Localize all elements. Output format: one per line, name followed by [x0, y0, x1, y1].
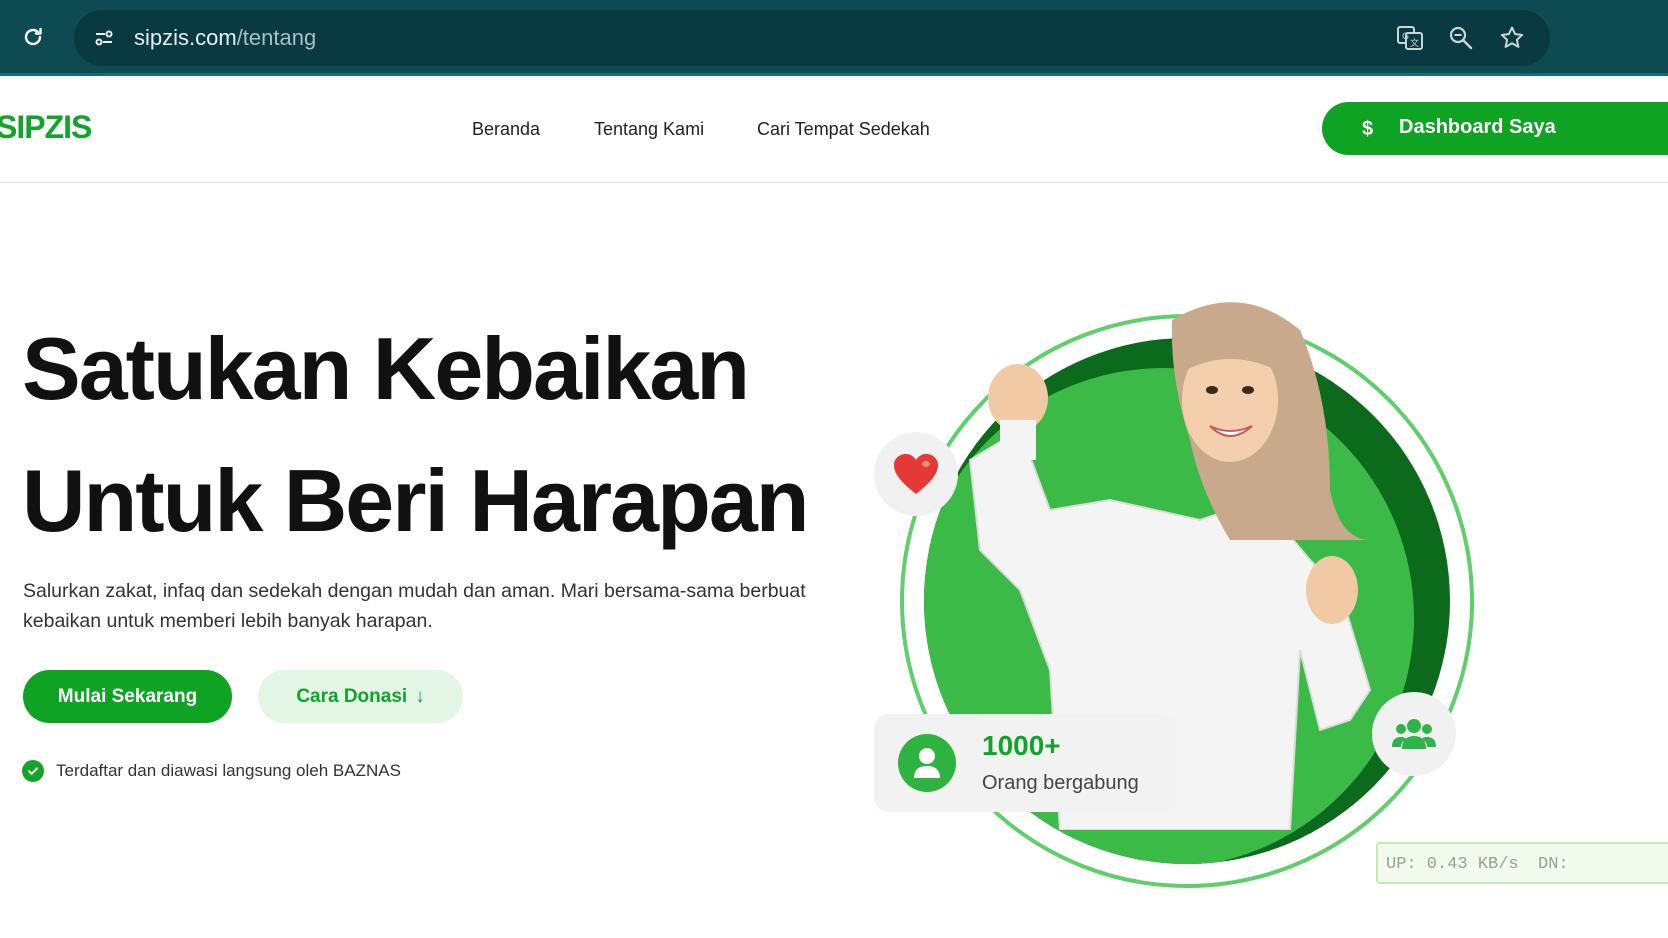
site-info-icon[interactable] — [88, 22, 120, 54]
url-path: /tentang — [236, 25, 317, 50]
zoom-icon[interactable] — [1445, 22, 1477, 54]
nav-beranda[interactable]: Beranda — [472, 119, 540, 140]
svg-text:文: 文 — [1410, 37, 1419, 49]
members-stat-card: 1000+ Orang bergabung — [874, 714, 1176, 812]
heart-icon — [894, 454, 938, 494]
hero-description: Salurkan zakat, infaq dan sedekah dengan… — [23, 580, 806, 632]
how-to-donate-label: Cara Donasi — [296, 685, 408, 707]
network-speed-widget: UP: 0.43 KB/s DN: — [1376, 842, 1668, 884]
download-speed: DN: — [1538, 855, 1569, 874]
dashboard-button[interactable]: $ Dashboard Saya — [1322, 102, 1668, 155]
url-domain: sipzis.com — [134, 25, 237, 50]
arrow-down-icon: ↓ — [415, 685, 425, 707]
svg-text:G: G — [1402, 32, 1409, 42]
nav-tentang-kami[interactable]: Tentang Kami — [594, 119, 704, 140]
address-bar[interactable]: sipzis.com/tentang G文 — [74, 10, 1550, 66]
start-now-button[interactable]: Mulai Sekarang — [23, 670, 232, 723]
translate-icon[interactable]: G文 — [1394, 22, 1426, 54]
dashboard-label: Dashboard Saya — [1399, 116, 1556, 138]
heart-badge — [874, 432, 958, 516]
hero-title-line2: Untuk Beri Harapan — [22, 451, 810, 550]
group-icon — [1392, 719, 1436, 749]
nav-cari-tempat-sedekah[interactable]: Cari Tempat Sedekah — [757, 119, 930, 140]
browser-toolbar: sipzis.com/tentang G文 — [0, 0, 1668, 76]
hero-illustration: 1000+ Orang bergabung — [860, 290, 1500, 888]
dollar-icon: $ — [1362, 118, 1374, 140]
members-count: 1000+ — [982, 730, 1061, 761]
site-header: SIPZIS Beranda Tentang Kami Cari Tempat … — [0, 79, 1668, 183]
verified-note: Terdaftar dan diawasi langsung oleh BAZN… — [22, 760, 401, 782]
reload-icon[interactable] — [18, 22, 48, 52]
url-text[interactable]: sipzis.com/tentang — [134, 25, 316, 51]
hero-title-line1: Satukan Kebaikan — [22, 319, 750, 418]
site-logo[interactable]: SIPZIS — [0, 109, 92, 146]
verified-text: Terdaftar dan diawasi langsung oleh BAZN… — [56, 761, 401, 780]
upload-speed: UP: 0.43 KB/s — [1386, 855, 1519, 874]
bookmark-star-icon[interactable] — [1496, 22, 1528, 54]
user-icon — [898, 734, 956, 792]
community-badge — [1372, 692, 1456, 776]
how-to-donate-button[interactable]: Cara Donasi ↓ — [258, 670, 463, 723]
members-label: Orang bergabung — [982, 772, 1139, 794]
check-icon — [22, 760, 44, 782]
